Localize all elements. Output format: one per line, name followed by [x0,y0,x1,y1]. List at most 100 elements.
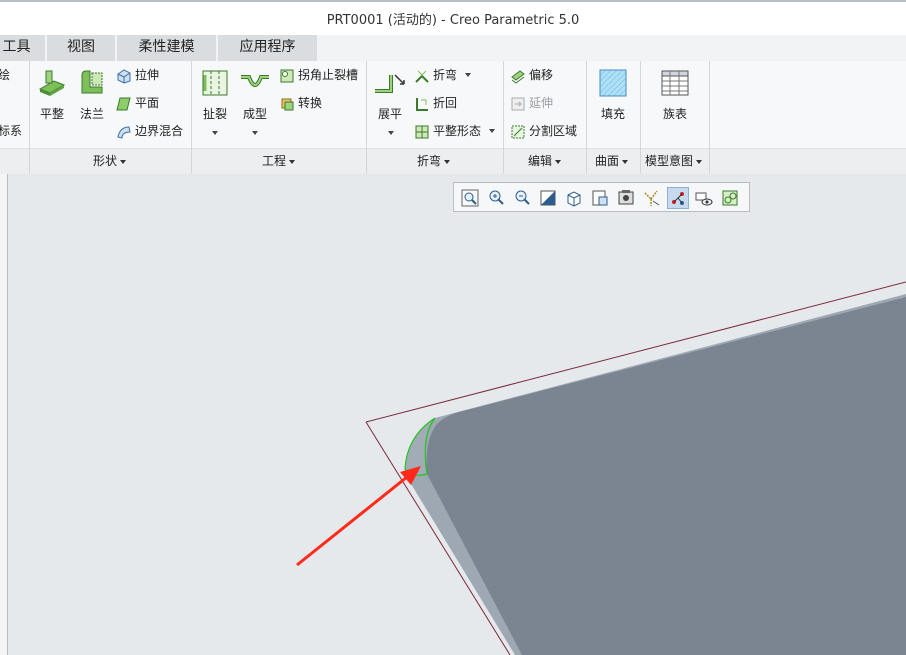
surfaces-group-label[interactable]: 曲面 [595,152,629,169]
tab-flexible-modeling[interactable]: 柔性建模 [117,35,217,61]
tab-applications[interactable]: 应用程序 [218,35,318,61]
annotation-arrow-shaft [296,475,408,567]
family-table-icon [661,70,689,96]
refit-icon[interactable] [459,187,481,209]
model-viewport[interactable] [9,174,906,655]
extrude-icon [117,68,131,84]
offset-icon [511,69,525,84]
form-icon [241,75,269,87]
rip-button[interactable]: 扯裂 [198,67,232,122]
chevron-down-icon[interactable] [252,131,258,135]
family-table-label: 族表 [662,107,687,121]
planar-button[interactable]: 平面 [116,93,159,113]
corner-relief-button[interactable]: 拐角止裂槽 [279,65,358,85]
extrude-button[interactable]: 拉伸 [116,65,159,85]
group-separator [191,61,192,174]
ribbon: 绘 坐标系 平整 法兰 拉伸 平面 边界混合 [0,61,906,174]
flat-pattern-icon [415,125,429,138]
annotation-display-icon[interactable] [693,187,715,209]
offset-label: 偏移 [529,68,554,82]
ribbon-tabs: 工具 视图 柔性建模 应用程序 [0,35,906,61]
rip-icon [202,70,228,96]
offset-button[interactable]: 偏移 [510,65,553,85]
appearance-icon[interactable] [719,187,741,209]
saved-orientations-icon[interactable] [589,187,611,209]
datum-display-icon[interactable] [641,187,663,209]
display-style-icon[interactable] [563,187,585,209]
planar-icon [116,97,131,110]
chevron-down-icon[interactable] [489,129,495,133]
bend-back-icon [416,97,428,111]
repaint-icon[interactable] [537,187,559,209]
flat-wall-icon [38,70,66,96]
fill-icon [599,69,627,97]
model-tree-panel[interactable] [0,174,8,655]
flange-button[interactable]: 法兰 [75,67,109,122]
creo-window: PRT0001 (活动的) - Creo Parametric 5.0 工具 视… [0,0,906,655]
bend-back-button[interactable]: 折回 [414,93,457,113]
chevron-down-icon[interactable] [212,131,218,135]
zoom-out-icon[interactable] [511,187,533,209]
convert-icon [281,98,294,110]
extrude-label: 拉伸 [135,68,160,82]
sheetmetal-top-face[interactable] [426,297,906,655]
coordinate-system-button-partial[interactable]: 坐标系 [0,121,22,141]
unbend-label: 展平 [377,107,402,121]
group-label-bar [0,148,906,174]
shape-group-label[interactable]: 形状 [93,152,127,169]
group-separator [29,61,30,174]
family-table-button[interactable]: 族表 [658,67,692,122]
view-toolbar [453,182,750,212]
boundary-blend-label: 边界混合 [135,124,184,138]
boundary-blend-icon [117,125,131,139]
flange-wall-icon [81,70,103,94]
convert-button[interactable]: 转换 [279,93,322,113]
form-button[interactable]: 成型 [238,67,272,122]
fill-button[interactable]: 填充 [596,67,630,122]
bend-back-label: 折回 [433,96,458,110]
view-manager-icon[interactable] [615,187,637,209]
group-separator [709,61,710,174]
tab-view[interactable]: 视图 [47,35,116,61]
bend-group-label[interactable]: 折弯 [417,152,451,169]
planar-label: 平面 [135,96,160,110]
convert-label: 转换 [298,96,323,110]
form-label: 成型 [242,107,267,121]
corner-relief-icon [280,69,294,82]
flat-label: 平整 [39,107,64,121]
flange-label: 法兰 [79,107,104,121]
split-area-label: 分割区域 [529,124,578,138]
group-separator [366,61,367,174]
flat-button[interactable]: 平整 [35,67,69,122]
editing-group-label[interactable]: 编辑 [528,152,562,169]
flat-pattern-label: 平整形态 [433,124,482,138]
graphics-area[interactable] [9,174,906,655]
split-area-icon [511,125,525,138]
flat-pattern-button[interactable]: 平整形态 [414,121,481,141]
bend-label: 折弯 [433,68,458,82]
fill-label: 填充 [600,107,625,121]
rip-label: 扯裂 [202,107,227,121]
corner-relief-label: 拐角止裂槽 [298,68,359,82]
split-area-button[interactable]: 分割区域 [510,121,577,141]
model-intent-group-label[interactable]: 模型意图 [645,152,703,169]
extend-button[interactable]: 延伸 [510,93,553,113]
zoom-in-icon[interactable] [485,187,507,209]
bend-icon [415,70,429,83]
group-separator [503,61,504,174]
group-separator [586,61,587,174]
sketch-button-partial[interactable]: 绘 [0,65,10,85]
spin-center-icon[interactable] [667,187,689,209]
tab-tools[interactable]: 工具 [0,35,46,61]
bend-button[interactable]: 折弯 [414,65,457,85]
boundary-blend-button[interactable]: 边界混合 [116,121,183,141]
title-bar: PRT0001 (活动的) - Creo Parametric 5.0 [0,0,906,35]
window-title: PRT0001 (活动的) - Creo Parametric 5.0 [326,13,580,28]
group-separator [640,61,641,174]
engineering-group-label[interactable]: 工程 [262,152,296,169]
extend-label: 延伸 [529,96,554,110]
chevron-down-icon[interactable] [388,131,394,135]
extend-icon [511,97,525,110]
unbend-button[interactable]: 展平 [372,67,408,122]
chevron-down-icon[interactable] [465,73,471,77]
